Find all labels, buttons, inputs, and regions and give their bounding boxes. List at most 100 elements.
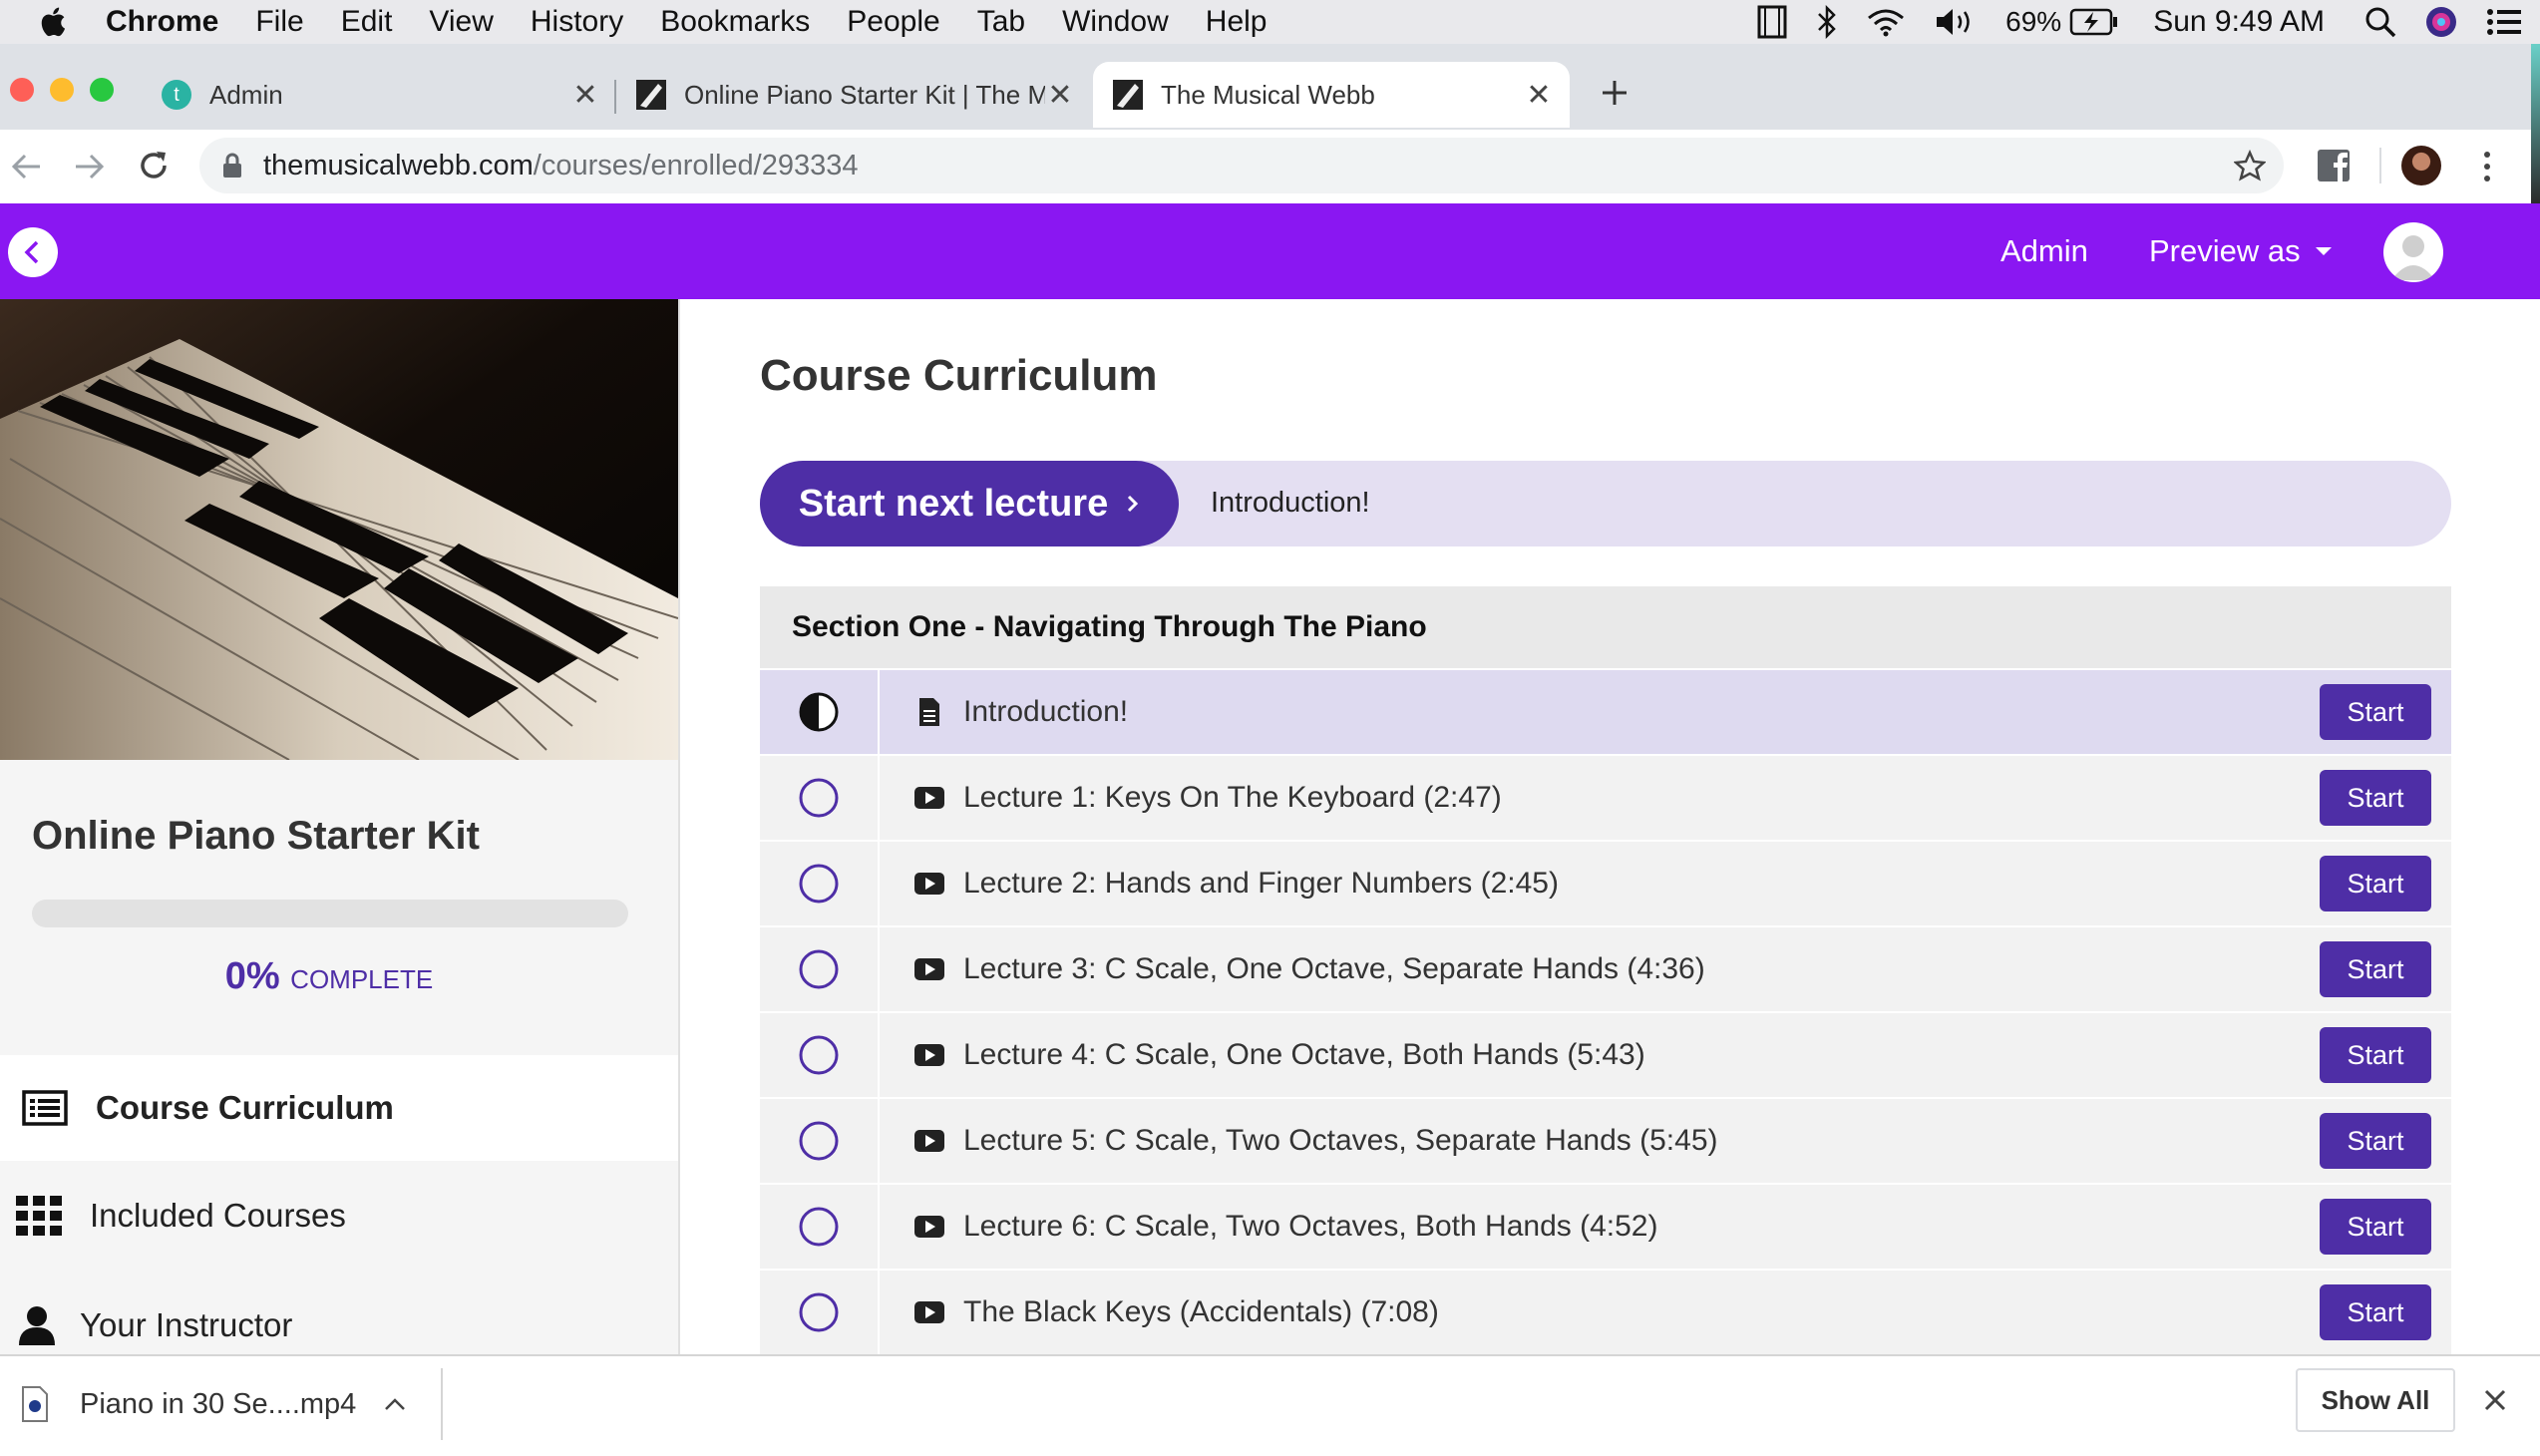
volume-icon[interactable] (1934, 6, 1978, 38)
chevron-left-icon (24, 240, 39, 264)
admin-link[interactable]: Admin (2000, 233, 2088, 269)
menu-help[interactable]: Help (1206, 5, 1268, 39)
menu-edit[interactable]: Edit (341, 5, 393, 39)
url-path: /courses/enrolled/293334 (533, 149, 859, 182)
address-bar[interactable]: themusicalwebb.com/courses/enrolled/2933… (199, 138, 2284, 193)
menu-bookmarks[interactable]: Bookmarks (660, 5, 810, 39)
lecture-row[interactable]: The Black Keys (Accidentals) (7:08) Star… (760, 1271, 2451, 1356)
start-button[interactable]: Start (2320, 1113, 2431, 1169)
tab-piano-starter-kit[interactable]: Online Piano Starter Kit | The Musical W… (636, 62, 1075, 128)
notification-center-icon[interactable] (2486, 8, 2522, 36)
lecture-row[interactable]: Lecture 6: C Scale, Two Octaves, Both Ha… (760, 1185, 2451, 1271)
lecture-row[interactable]: Introduction! Start (760, 670, 2451, 756)
bookmark-star-icon[interactable] (2234, 150, 2266, 182)
next-lecture-name: Introduction! (1211, 487, 1370, 519)
tab-musical-webb[interactable]: The Musical Webb ✕ (1093, 62, 1570, 128)
menu-tab[interactable]: Tab (977, 5, 1025, 39)
progress-summary: 0% COMPLETE (0, 955, 658, 998)
course-title: Online Piano Starter Kit (32, 814, 480, 858)
start-next-lecture-label: Start next lecture (798, 482, 1109, 525)
menu-history[interactable]: History (531, 5, 623, 39)
start-button[interactable]: Start (2320, 856, 2431, 911)
menu-file[interactable]: File (255, 5, 303, 39)
profile-avatar[interactable] (2401, 146, 2441, 185)
person-icon (19, 1306, 55, 1345)
siri-icon[interactable] (2424, 5, 2458, 39)
close-icon[interactable]: ✕ (570, 78, 600, 113)
close-icon[interactable]: ✕ (1524, 78, 1554, 113)
download-item[interactable]: Piano in 30 Se....mp4 (20, 1376, 419, 1432)
window-zoom-button[interactable] (90, 78, 114, 102)
lecture-status (760, 1013, 880, 1097)
user-silhouette-icon (2391, 235, 2435, 280)
lecture-title: Lecture 5: C Scale, Two Octaves, Separat… (963, 1124, 1718, 1157)
menu-view[interactable]: View (429, 5, 493, 39)
start-button[interactable]: Start (2320, 1199, 2431, 1255)
clock[interactable]: Sun 9:49 AM (2153, 5, 2325, 39)
window-minimize-button[interactable] (50, 78, 74, 102)
tab-title: The Musical Webb (1161, 79, 1375, 110)
sidebar-item-label: Included Courses (90, 1197, 346, 1234)
lecture-title: Lecture 2: Hands and Finger Numbers (2:4… (963, 867, 1559, 900)
wifi-icon[interactable] (1866, 7, 1906, 37)
preview-as-dropdown[interactable]: Preview as (2149, 233, 2333, 269)
sidebar-item-course-curriculum[interactable]: Course Curriculum (0, 1055, 678, 1161)
facebook-extension-icon[interactable] (2318, 150, 2350, 182)
lecture-status (760, 1185, 880, 1269)
battery-percent[interactable]: 69% (2005, 6, 2061, 38)
start-button[interactable]: Start (2320, 1027, 2431, 1083)
progress-percent: 0% (224, 955, 280, 997)
show-all-button[interactable]: Show All (2296, 1368, 2455, 1432)
lecture-row[interactable]: Lecture 3: C Scale, One Octave, Separate… (760, 927, 2451, 1013)
tab-admin[interactable]: t Admin ✕ (162, 62, 600, 128)
lecture-row[interactable]: Lecture 2: Hands and Finger Numbers (2:4… (760, 842, 2451, 927)
apple-icon[interactable] (38, 5, 72, 39)
page-title: Course Curriculum (760, 351, 1158, 400)
start-next-lecture-button[interactable]: Start next lecture (760, 461, 1179, 546)
chevron-up-icon[interactable] (384, 1397, 406, 1411)
back-to-course-button[interactable] (8, 227, 58, 277)
user-avatar[interactable] (2383, 222, 2443, 282)
incomplete-circle-icon (799, 949, 839, 989)
preview-as-label: Preview as (2149, 233, 2301, 268)
lecture-row[interactable]: Lecture 4: C Scale, One Octave, Both Han… (760, 1013, 2451, 1099)
close-icon[interactable] (2483, 1388, 2507, 1412)
admin-favicon-icon: t (162, 80, 191, 110)
lecture-title: Lecture 1: Keys On The Keyboard (2:47) (963, 781, 1502, 814)
download-filename: Piano in 30 Se....mp4 (80, 1387, 357, 1420)
sidebar-item-included-courses[interactable]: Included Courses (0, 1163, 678, 1269)
window-close-button[interactable] (10, 78, 34, 102)
lecture-title: Lecture 3: C Scale, One Octave, Separate… (963, 952, 1705, 985)
reload-icon[interactable] (136, 148, 172, 183)
downloads-divider (441, 1368, 443, 1440)
back-arrow-icon[interactable] (10, 150, 44, 183)
bluetooth-icon[interactable] (1816, 5, 1838, 39)
new-tab-button[interactable] (1592, 70, 1637, 116)
battery-charging-icon[interactable] (2069, 8, 2119, 36)
menu-people[interactable]: People (847, 5, 939, 39)
film-strip-icon[interactable] (1756, 5, 1788, 39)
forward-arrow-icon[interactable] (72, 150, 106, 183)
course-progress-bar (32, 900, 628, 927)
piano-favicon-icon (1113, 80, 1143, 110)
close-icon[interactable]: ✕ (1045, 78, 1075, 113)
chrome-menu-icon[interactable] (2477, 150, 2497, 183)
start-button[interactable]: Start (2320, 941, 2431, 997)
menu-app-name[interactable]: Chrome (106, 5, 218, 39)
lecture-row[interactable]: Lecture 5: C Scale, Two Octaves, Separat… (760, 1099, 2451, 1185)
section-header: Section One - Navigating Through The Pia… (760, 586, 2451, 670)
url-host: themusicalwebb.com (263, 149, 534, 182)
video-play-icon (914, 787, 944, 809)
lock-icon[interactable] (221, 152, 243, 180)
lecture-row[interactable]: Lecture 1: Keys On The Keyboard (2:47) S… (760, 756, 2451, 842)
window-edge-strip (2531, 44, 2540, 203)
video-play-icon (914, 1130, 944, 1152)
sidebar-item-label: Course Curriculum (96, 1089, 394, 1126)
start-button[interactable]: Start (2320, 1284, 2431, 1340)
menu-window[interactable]: Window (1062, 5, 1169, 39)
lecture-status (760, 670, 880, 754)
section-title: Section One - Navigating Through The Pia… (792, 610, 1427, 643)
spotlight-search-icon[interactable] (2364, 6, 2396, 38)
start-button[interactable]: Start (2320, 770, 2431, 826)
start-button[interactable]: Start (2320, 684, 2431, 740)
